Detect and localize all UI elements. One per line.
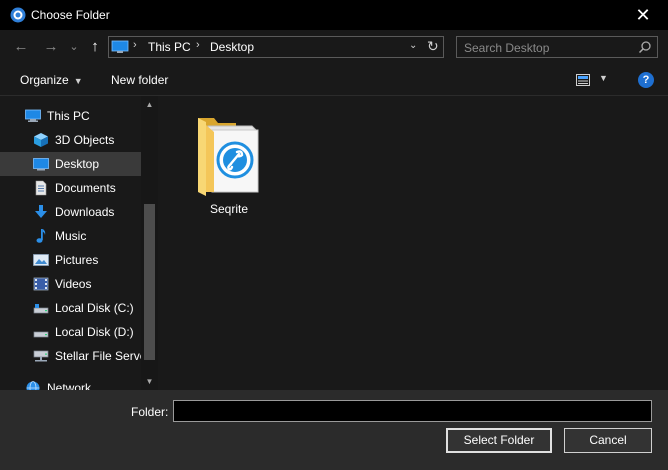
sidebar-item-local-disk-c[interactable]: Local Disk (C:): [0, 296, 141, 320]
sidebar-item-this-pc[interactable]: This PC: [0, 104, 141, 128]
3d-objects-icon: [34, 133, 48, 147]
sidebar-item-label: Pictures: [55, 253, 99, 267]
network-drive-icon: [33, 350, 49, 362]
dialog-footer: Folder: Select Folder Cancel: [0, 390, 668, 470]
documents-icon: [35, 180, 47, 196]
refresh-button[interactable]: ↻: [427, 38, 439, 55]
address-dropdown-button[interactable]: ⌄: [409, 40, 417, 51]
new-folder-button[interactable]: New folder: [111, 73, 168, 87]
sidebar-item-label: Downloads: [55, 205, 115, 219]
search-box[interactable]: Search Desktop: [456, 36, 658, 58]
sidebar-item-label: Desktop: [55, 157, 100, 171]
sidebar-item-label: This PC: [47, 109, 90, 123]
navigation-bar: ← → ⌄ ↑ › This PC › Desktop ⌄ ↻ Search D…: [0, 30, 668, 64]
view-options-dropdown[interactable]: ▼: [599, 73, 608, 83]
sidebar-item-label: Local Disk (C:): [55, 301, 134, 315]
recent-locations-button[interactable]: ⌄: [68, 37, 80, 57]
desktop-icon: [33, 158, 49, 171]
cancel-button[interactable]: Cancel: [564, 428, 652, 453]
app-icon: [10, 7, 26, 23]
sidebar-item-label: 3D Objects: [55, 133, 115, 147]
back-button[interactable]: ←: [12, 37, 30, 57]
sidebar-item-desktop[interactable]: Desktop: [0, 152, 141, 176]
organize-menu[interactable]: Organize ▼: [20, 73, 83, 87]
folder-icon: [198, 118, 259, 196]
sidebar-item-network[interactable]: Network: [0, 376, 141, 390]
chevron-down-icon: ▼: [73, 76, 83, 86]
pictures-icon: [33, 254, 49, 266]
breadcrumb-separator: ›: [196, 39, 200, 51]
local-disk-icon: [33, 331, 49, 338]
sidebar-item-documents[interactable]: Documents: [0, 176, 141, 200]
folder-item-label: Seqrite: [209, 202, 249, 216]
this-pc-icon: [111, 40, 129, 53]
folder-name-input[interactable]: [173, 400, 652, 422]
music-icon: [36, 229, 46, 243]
folder-item-seqrite[interactable]: Seqrite: [196, 108, 262, 220]
search-icon: [638, 41, 651, 54]
sidebar-item-3d-objects[interactable]: 3D Objects: [0, 128, 141, 152]
downloads-icon: [35, 205, 47, 218]
videos-icon: [33, 277, 49, 291]
scroll-down-button[interactable]: ▼: [141, 377, 158, 386]
breadcrumb-separator: ›: [133, 39, 137, 51]
folder-field-label: Folder:: [131, 405, 169, 419]
sidebar-item-downloads[interactable]: Downloads: [0, 200, 141, 224]
local-disk-icon: [33, 304, 49, 314]
breadcrumb-this-pc[interactable]: This PC: [148, 40, 191, 54]
window-title: Choose Folder: [31, 8, 110, 22]
sidebar-scrollbar-thumb[interactable]: [144, 204, 155, 360]
breadcrumb-desktop[interactable]: Desktop: [210, 40, 254, 54]
sidebar-item-pictures[interactable]: Pictures: [0, 248, 141, 272]
sidebar-item-label: Local Disk (D:): [55, 325, 134, 339]
help-icon[interactable]: ?: [638, 72, 654, 88]
forward-button[interactable]: →: [42, 37, 60, 57]
search-placeholder: Search Desktop: [464, 41, 550, 55]
this-pc-icon: [25, 109, 41, 122]
sidebar-item-label: Network: [47, 381, 92, 390]
select-folder-button[interactable]: Select Folder: [446, 428, 552, 453]
sidebar-item-label: Music: [55, 229, 87, 243]
sidebar-item-label: Videos: [55, 277, 92, 291]
view-options-icon[interactable]: [576, 74, 590, 86]
close-button[interactable]: ✕: [628, 4, 658, 26]
sidebar-item-music[interactable]: Music: [0, 224, 141, 248]
address-bar[interactable]: › This PC › Desktop ⌄ ↻: [108, 36, 444, 58]
network-icon: [26, 381, 40, 390]
organize-label: Organize: [20, 73, 69, 87]
up-button[interactable]: ↑: [86, 37, 104, 57]
sidebar-item-stellar-file-server[interactable]: Stellar File Server: [0, 344, 150, 368]
sidebar-item-label: Documents: [55, 181, 116, 195]
sidebar-item-videos[interactable]: Videos: [0, 272, 141, 296]
title-bar: Choose Folder ✕: [0, 0, 668, 30]
navigation-pane: This PC 3D Objects Desktop Documents Dow…: [0, 96, 158, 390]
sidebar-item-label: Stellar File Server: [55, 349, 151, 363]
scroll-up-button[interactable]: ▲: [141, 100, 158, 109]
command-toolbar: Organize ▼ New folder ▼ ?: [0, 64, 668, 96]
sidebar-item-local-disk-d[interactable]: Local Disk (D:): [0, 320, 141, 344]
